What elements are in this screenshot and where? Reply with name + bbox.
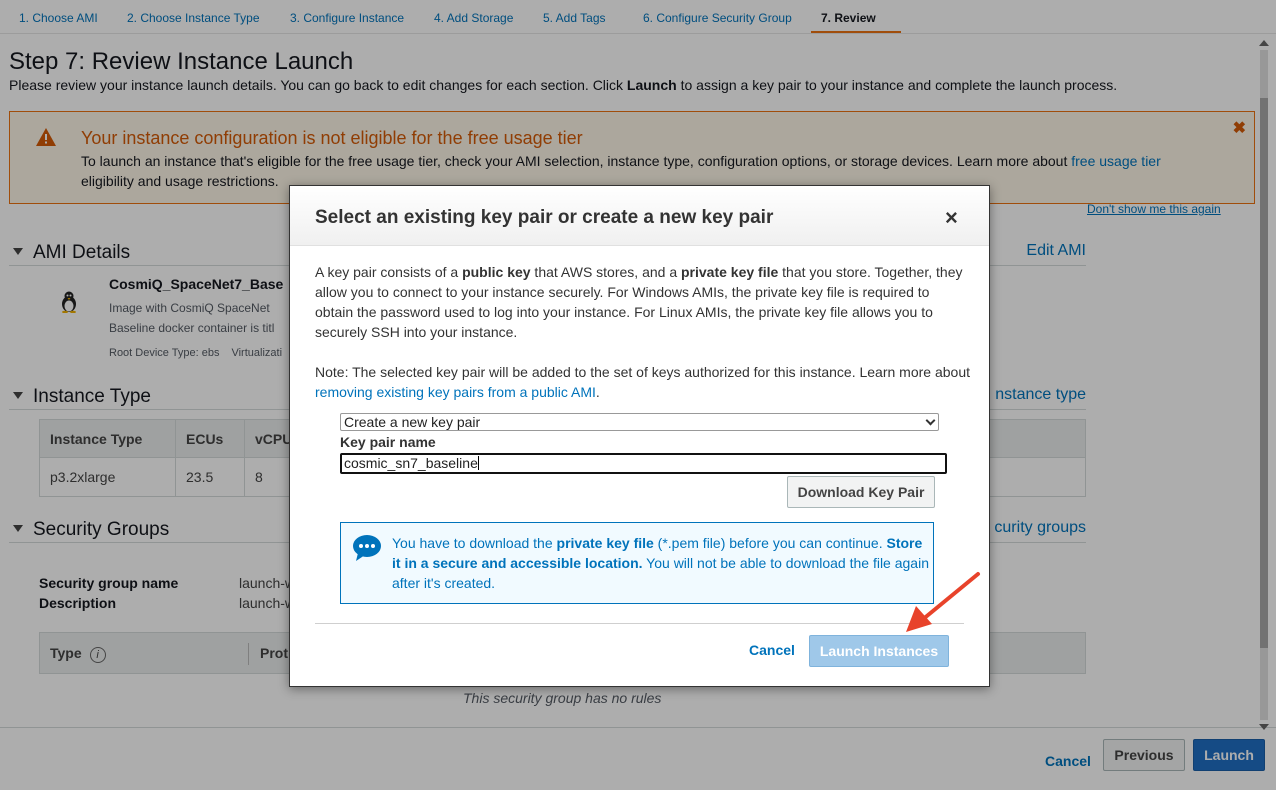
- key-pair-name-label: Key pair name: [340, 434, 436, 450]
- key-pair-dialog: Select an existing key pair or create a …: [289, 185, 990, 687]
- text-caret: [477, 456, 479, 470]
- launch-instances-button[interactable]: Launch Instances: [809, 635, 949, 667]
- removing-key-pairs-link[interactable]: removing existing key pairs from a publi…: [315, 384, 596, 400]
- download-info-box: You have to download the private key fil…: [340, 522, 934, 604]
- speech-bubble-icon: [353, 535, 381, 561]
- dialog-title: Select an existing key pair or create a …: [315, 207, 774, 228]
- key-pair-explanation: A key pair consists of a public key that…: [315, 264, 963, 340]
- annotation-arrow-icon: [906, 572, 980, 632]
- download-key-pair-button[interactable]: Download Key Pair: [787, 476, 935, 508]
- dialog-header: Select an existing key pair or create a …: [290, 186, 989, 246]
- chevron-down-icon: [925, 415, 936, 426]
- download-info-text: You have to download the private key fil…: [392, 535, 929, 591]
- key-pair-option-select[interactable]: Create a new key pair: [340, 413, 939, 431]
- key-pair-note: Note: The selected key pair will be adde…: [315, 364, 971, 400]
- key-pair-name-input[interactable]: cosmic_sn7_baseline: [340, 453, 947, 474]
- dialog-divider: [315, 623, 964, 624]
- dialog-cancel-button[interactable]: Cancel: [749, 642, 795, 658]
- close-icon[interactable]: ×: [945, 207, 958, 229]
